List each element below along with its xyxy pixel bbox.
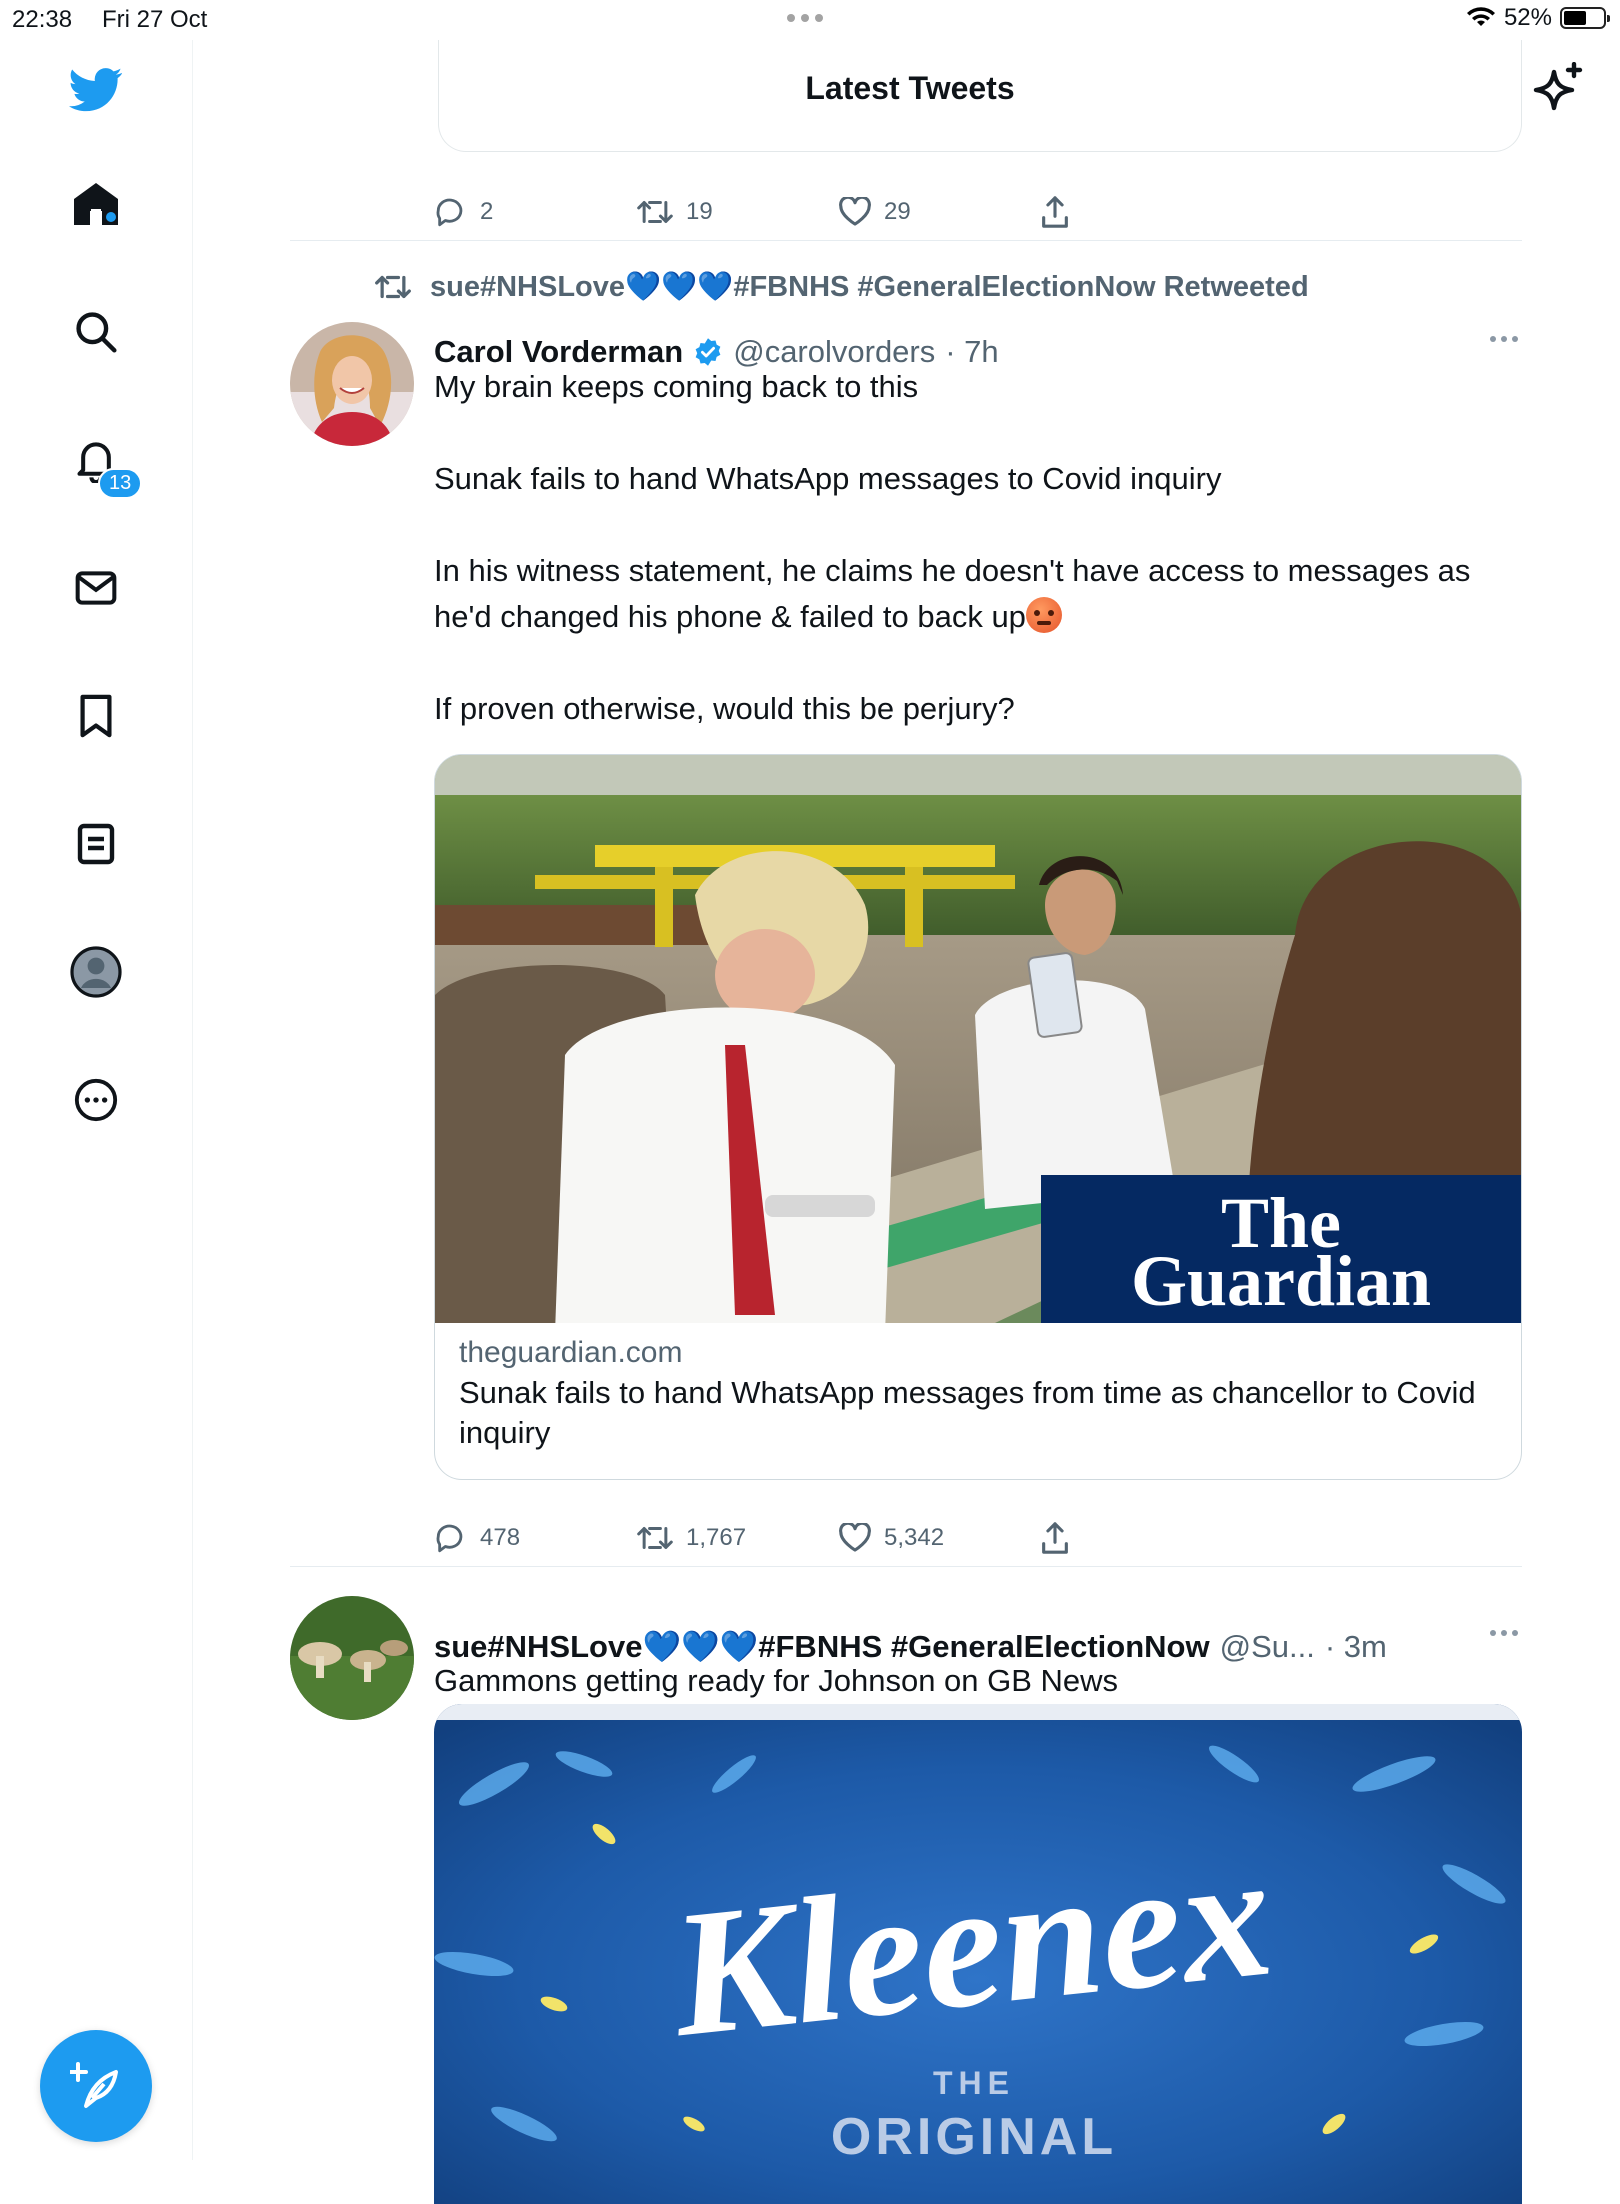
bookmark-icon[interactable] [60,680,132,752]
list-icon[interactable] [60,808,132,880]
share-icon [1042,1522,1068,1554]
reply-count: 2 [480,198,494,225]
angry-face-emoji-icon [1025,597,1062,633]
tweet-text: Gammons getting ready for Johnson on GB … [434,1663,1119,1698]
retweeted-by-line: sue#NHSLove💙💙💙#FBNHS #GeneralElectionNow… [374,270,1309,304]
guardian-logo-bottom: Guardian [1131,1241,1431,1321]
wifi-icon [1466,7,1495,26]
tweet-text-line: Sunak fails to hand WhatsApp messages to… [434,461,1222,496]
card-title: Sunak fails to hand WhatsApp messages fr… [459,1375,1476,1450]
profile-icon[interactable] [60,936,132,1008]
tweet-text: My brain keeps coming back to this Sunak… [434,364,1494,732]
divider [290,1566,1522,1567]
like-button[interactable]: 29 [838,197,1040,227]
share-icon [1042,196,1068,228]
tweet-text-line: In his witness statement, he claims he d… [434,553,1471,634]
multitasking-dots-icon[interactable] [787,14,823,22]
kleenex-original: ORIGINAL [831,2108,1117,2166]
verified-badge-icon [695,338,721,366]
link-preview-card[interactable]: The Guardian theguardian.com Sunak fails… [434,754,1522,1480]
battery-icon [1560,7,1610,29]
previous-tweet-actions: 2 19 29 [434,190,1242,234]
search-icon[interactable] [60,296,132,368]
reply-button[interactable]: 2 [434,195,636,229]
card-meta: theguardian.com Sunak fails to hand What… [459,1333,1499,1453]
tweet-text-line: If proven otherwise, would this be perju… [434,691,1015,726]
previous-tweet-card[interactable] [438,40,1522,152]
card-domain: theguardian.com [459,1336,683,1369]
share-button[interactable] [1040,1521,1242,1555]
retweet-button[interactable]: 1,767 [636,1523,838,1553]
status-right: 52% [1466,4,1610,32]
battery-percent: 52% [1503,4,1552,31]
sidebar: 13 [0,40,193,2160]
divider [290,240,1522,241]
tweet-actions: 478 1,767 5,342 [434,1516,1242,1560]
avatar[interactable] [290,322,414,446]
retweeted-by-text: sue#NHSLove💙💙💙#FBNHS #GeneralElectionNow… [430,271,1309,303]
sparkle-icon[interactable] [1530,62,1586,118]
more-options-icon[interactable] [1490,336,1518,342]
status-bar: 22:38 Fri 27 Oct 52% [0,0,1620,40]
like-count: 5,342 [884,1524,945,1551]
retweet-icon [637,1527,673,1549]
home-icon[interactable] [60,168,132,240]
notifications-badge: 13 [98,468,143,499]
more-circle-icon[interactable] [60,1064,132,1136]
article-photo: The Guardian [435,755,1521,1323]
envelope-icon[interactable] [60,552,132,624]
retweet-count: 19 [686,198,713,225]
compose-feather-icon [70,2062,118,2108]
avatar[interactable] [290,1596,414,1720]
heart-icon [839,1523,871,1552]
reply-button[interactable]: 478 [434,1521,636,1555]
compose-tweet-button[interactable] [40,2030,152,2142]
home-unread-dot [106,212,116,222]
more-options-icon[interactable] [1490,1630,1518,1636]
retweet-button[interactable]: 19 [636,197,838,227]
kleenex-the: THE [933,2065,1015,2101]
status-date: Fri 27 Oct [102,6,208,33]
reply-icon [436,1524,463,1553]
reply-count: 478 [480,1524,521,1551]
tweet-image[interactable]: Kleenex THE ORIGINAL [434,1704,1522,2204]
share-button[interactable] [1040,195,1242,229]
heart-icon [839,197,871,226]
reply-icon [436,198,463,227]
retweet-icon [637,201,673,223]
retweet-count: 1,767 [686,1524,747,1551]
like-button[interactable]: 5,342 [838,1523,1040,1553]
tweet-text-line: My brain keeps coming back to this [434,369,919,404]
like-count: 29 [884,198,911,225]
status-time: 22:38 [12,6,73,33]
retweet-icon [375,275,411,299]
twitter-logo-icon[interactable] [60,54,132,126]
